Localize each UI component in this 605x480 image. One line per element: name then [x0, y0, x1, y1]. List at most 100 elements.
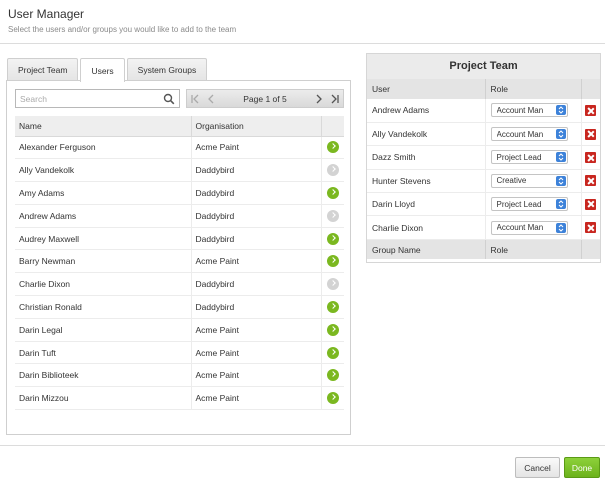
tab-bar: Project Team Users System Groups: [7, 58, 209, 82]
tab-project-team[interactable]: Project Team: [7, 58, 79, 81]
user-row[interactable]: Amy Adams Daddybird: [15, 181, 344, 205]
user-organisation: Daddybird: [191, 181, 322, 205]
team-member-name: Andrew Adams: [367, 99, 486, 123]
remove-member-icon[interactable]: [585, 198, 597, 210]
dialog-subtitle: Select the users and/or groups you would…: [8, 25, 237, 34]
user-row[interactable]: Darin Biblioteek Acme Paint: [15, 363, 344, 388]
user-organisation: Daddybird: [191, 204, 322, 228]
cancel-button[interactable]: Cancel: [515, 457, 560, 478]
project-team-table: User Role Andrew Adams Account Man Ally Va…: [367, 79, 600, 260]
add-user-arrow-icon[interactable]: [326, 209, 339, 222]
remove-member-icon[interactable]: [585, 105, 597, 117]
select-arrows-icon: [555, 105, 566, 116]
user-organisation: Acme Paint: [191, 318, 322, 342]
column-header-group-name: Group Name: [367, 239, 486, 260]
role-select[interactable]: Project Lead: [490, 150, 568, 165]
role-select-value: Account Man: [496, 223, 544, 233]
select-arrows-icon: [555, 222, 566, 233]
add-user-arrow-icon[interactable]: [326, 323, 339, 336]
dialog-header: User Manager Select the users and/or gro…: [0, 0, 605, 44]
done-button[interactable]: Done: [564, 457, 600, 478]
column-header-organisation: Organisation: [191, 116, 322, 137]
user-organisation: Acme Paint: [191, 363, 322, 388]
user-name: Darin Tuft: [15, 341, 192, 365]
page-indicator: Page 1 of 5: [243, 93, 287, 104]
role-select[interactable]: Account Man: [490, 220, 568, 235]
search-input[interactable]: [16, 90, 156, 107]
add-user-arrow-icon[interactable]: [326, 392, 339, 405]
user-name: Andrew Adams: [15, 204, 192, 228]
user-row[interactable]: Darin Legal Acme Paint: [15, 318, 344, 342]
search-icon[interactable]: [163, 93, 175, 105]
team-member-name: Hunter Stevens: [367, 169, 486, 194]
add-user-arrow-icon[interactable]: [326, 278, 339, 291]
user-organisation: Daddybird: [191, 227, 322, 251]
user-name: Charlie Dixon: [15, 272, 192, 297]
last-page-icon[interactable]: [327, 90, 343, 107]
next-page-icon[interactable]: [311, 90, 327, 107]
tab-users[interactable]: Users: [80, 58, 125, 82]
user-name: Amy Adams: [15, 181, 192, 205]
first-page-icon[interactable]: [187, 90, 203, 107]
users-table: Name Organisation Alexander Ferguson Acme…: [15, 116, 344, 411]
team-member-name: Ally Vandekolk: [367, 122, 486, 147]
user-row[interactable]: Christian Ronald Daddybird: [15, 295, 344, 319]
role-select-value: Project Lead: [496, 152, 542, 162]
role-select-value: Account Man: [496, 105, 544, 115]
team-member-row: Ally Vandekolk Account Man: [367, 122, 600, 147]
add-user-arrow-icon[interactable]: [326, 255, 339, 268]
remove-member-icon[interactable]: [585, 175, 597, 187]
user-row[interactable]: Darin Tuft Acme Paint: [15, 341, 344, 365]
users-panel: Page 1 of 5 Name Organisation Alexander …: [6, 80, 351, 435]
user-name: Darin Biblioteek: [15, 363, 192, 388]
team-member-row: Darin Lloyd Project Lead: [367, 192, 600, 217]
remove-member-icon[interactable]: [585, 128, 597, 140]
team-member-row: Hunter Stevens Creative: [367, 169, 600, 194]
tab-system-groups[interactable]: System Groups: [126, 58, 208, 81]
team-member-name: Dazz Smith: [367, 145, 486, 170]
user-organisation: Daddybird: [191, 158, 322, 183]
select-arrows-icon: [555, 175, 566, 186]
role-select[interactable]: Project Lead: [490, 197, 568, 212]
role-select[interactable]: Creative: [490, 173, 568, 188]
add-user-arrow-icon[interactable]: [326, 346, 339, 359]
add-user-arrow-icon[interactable]: [326, 300, 339, 313]
column-header-action: [321, 116, 344, 137]
add-user-arrow-icon[interactable]: [326, 164, 339, 177]
user-organisation: Daddybird: [191, 272, 322, 297]
user-row[interactable]: Alexander Ferguson Acme Paint: [15, 136, 344, 160]
add-user-arrow-icon[interactable]: [326, 141, 339, 154]
user-row[interactable]: Darin Mizzou Acme Paint: [15, 386, 344, 411]
role-select[interactable]: Account Man: [490, 103, 568, 118]
group-table-header: Group Name Role: [367, 239, 600, 260]
user-organisation: Daddybird: [191, 295, 322, 319]
project-team-panel: Project Team User Role Andrew Adams Accou…: [366, 53, 601, 263]
project-team-title: Project Team: [367, 54, 600, 79]
user-organisation: Acme Paint: [191, 249, 322, 274]
dialog-title: User Manager: [8, 7, 85, 21]
user-name: Audrey Maxwell: [15, 227, 192, 251]
select-arrows-icon: [555, 152, 566, 163]
user-row[interactable]: Ally Vandekolk Daddybird: [15, 158, 344, 183]
dialog-footer: Cancel Done: [0, 445, 605, 480]
user-organisation: Acme Paint: [191, 136, 322, 160]
user-row[interactable]: Audrey Maxwell Daddybird: [15, 227, 344, 251]
role-select-value: Creative: [496, 176, 527, 186]
add-user-arrow-icon[interactable]: [326, 232, 339, 245]
remove-member-icon[interactable]: [585, 152, 597, 164]
column-header-name: Name: [15, 116, 192, 137]
user-row[interactable]: Barry Newman Acme Paint: [15, 249, 344, 274]
column-header-remove: [581, 79, 600, 99]
remove-member-icon[interactable]: [585, 222, 597, 234]
role-select[interactable]: Account Man: [490, 127, 568, 142]
previous-page-icon[interactable]: [203, 90, 219, 107]
user-row[interactable]: Charlie Dixon Daddybird: [15, 272, 344, 297]
user-organisation: Acme Paint: [191, 341, 322, 365]
add-user-arrow-icon[interactable]: [326, 369, 339, 382]
user-row[interactable]: Andrew Adams Daddybird: [15, 204, 344, 228]
search-box: [15, 89, 180, 108]
pagination-bar: Page 1 of 5: [186, 89, 344, 108]
team-member-row: Dazz Smith Project Lead: [367, 145, 600, 170]
add-user-arrow-icon[interactable]: [326, 186, 339, 199]
role-select-value: Project Lead: [496, 199, 542, 209]
